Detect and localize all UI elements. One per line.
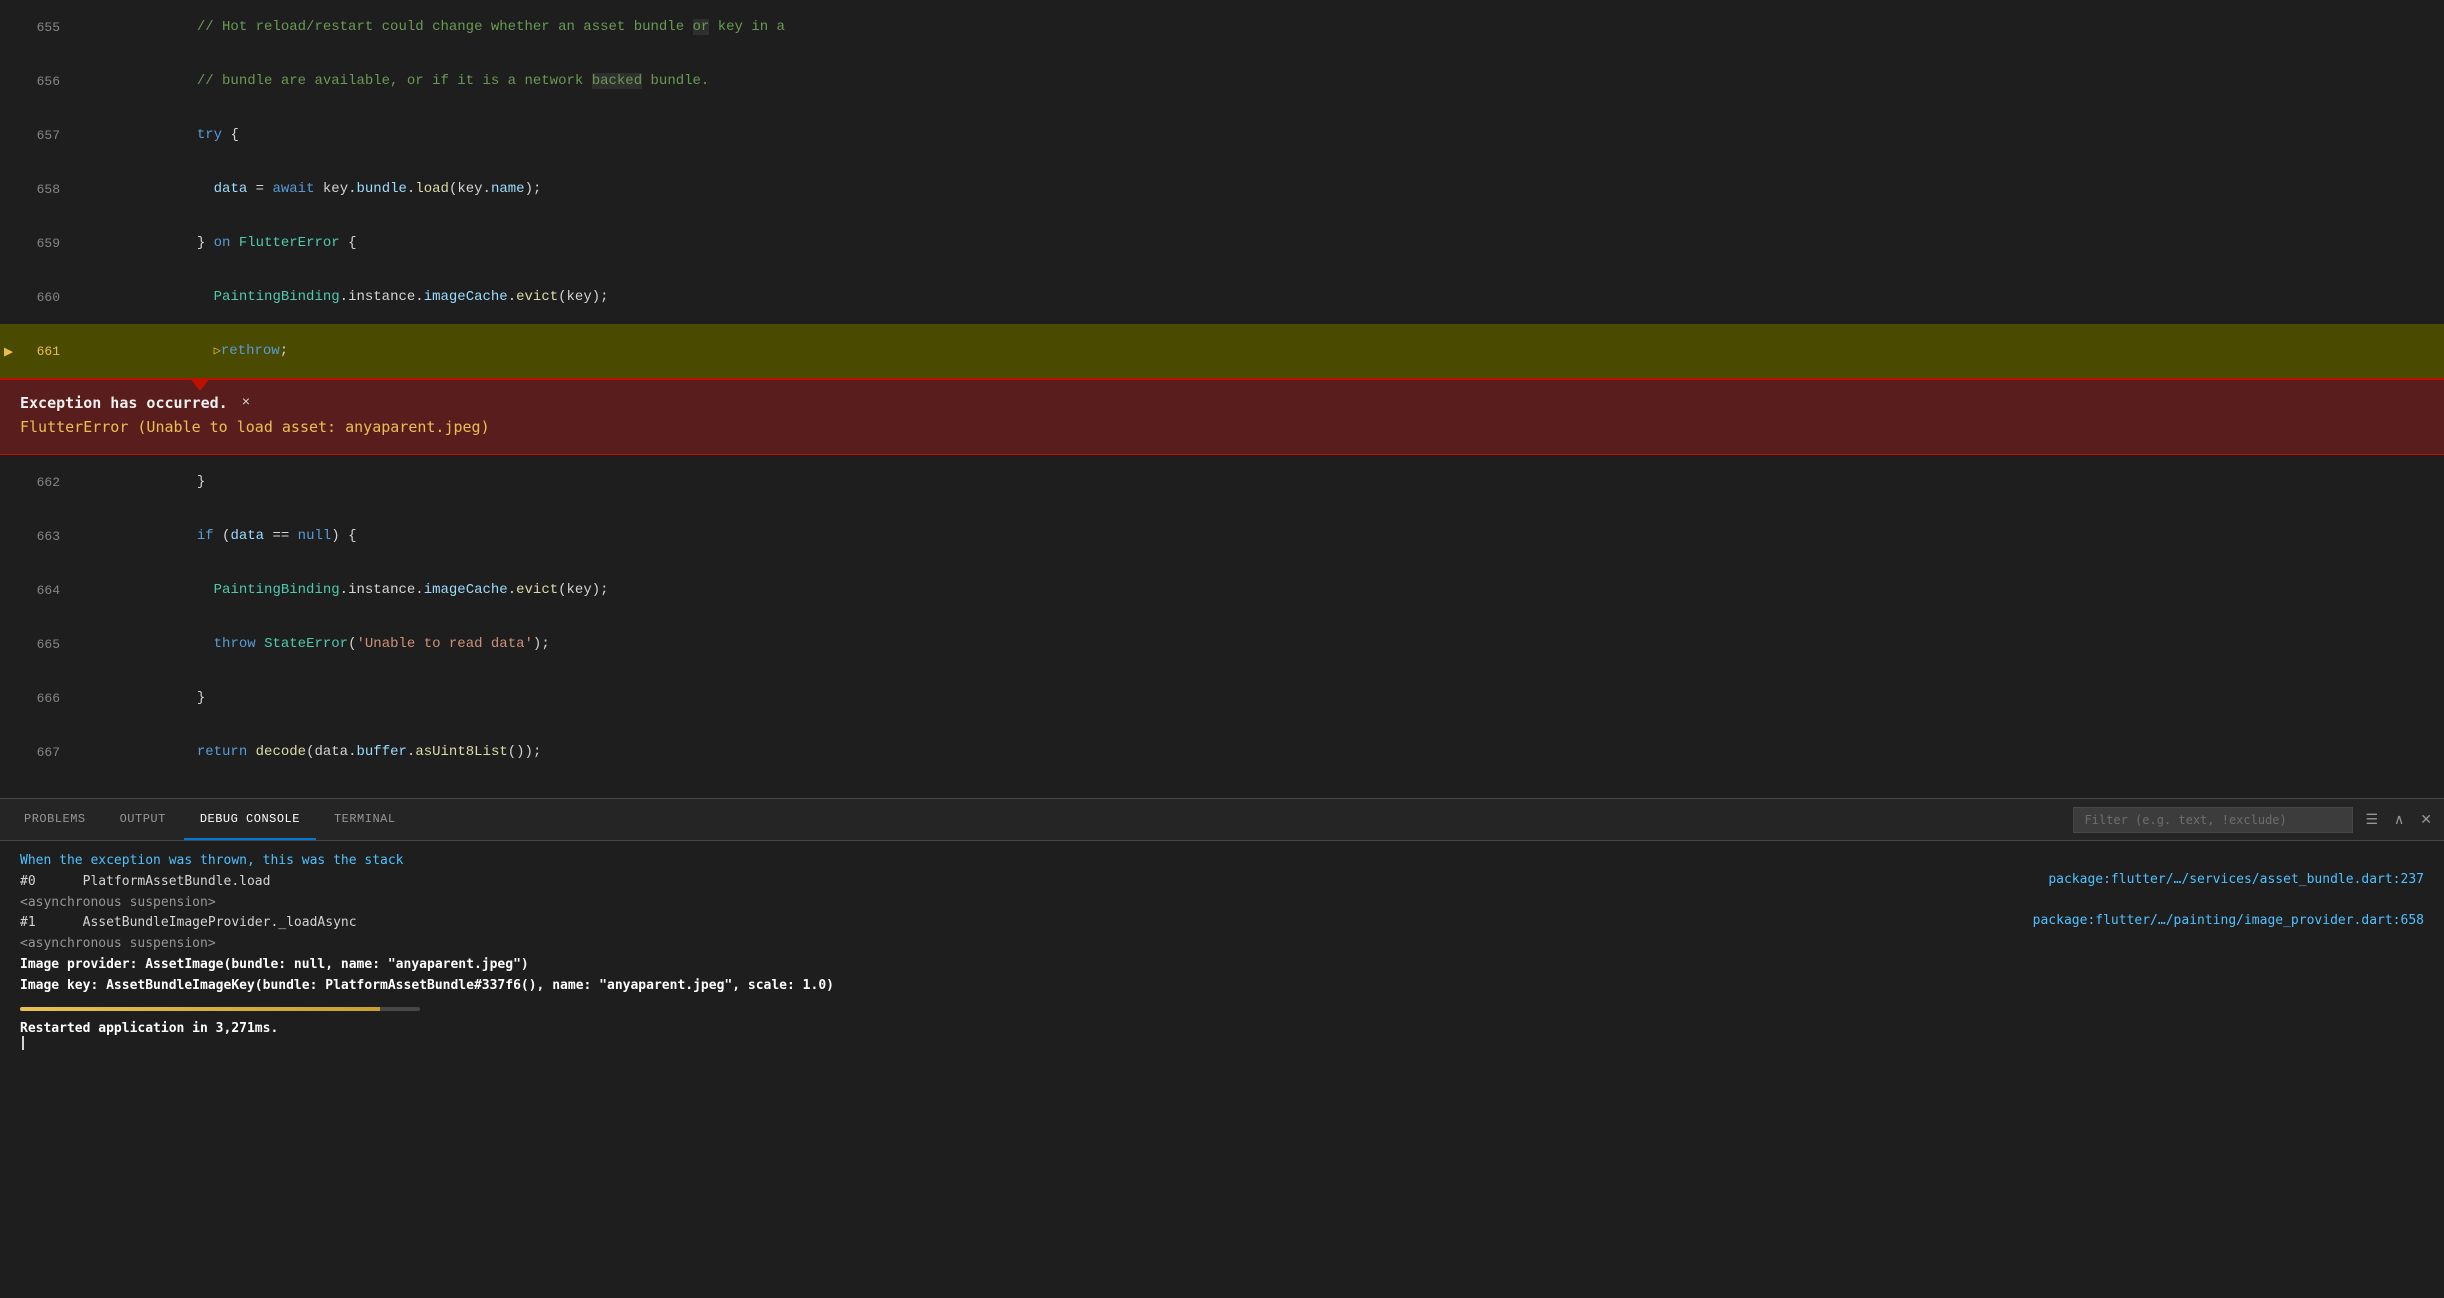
- line-number-655: 655: [0, 20, 80, 35]
- link-image-provider[interactable]: package:flutter/…/painting/image_provide…: [2033, 913, 2424, 928]
- exception-title-row: Exception has occurred. ×: [20, 394, 2424, 412]
- console-row-image-provider: Image provider: AssetImage(bundle: null,…: [20, 955, 2424, 976]
- console-line-image-key: Image key: AssetBundleImageKey(bundle: P…: [20, 976, 834, 997]
- line-number-666: 666: [0, 691, 80, 706]
- progress-bar-area: [20, 1007, 2424, 1011]
- bottom-panel: PROBLEMS OUTPUT DEBUG CONSOLE TERMINAL ☰…: [0, 798, 2444, 1298]
- panel-content: When the exception was thrown, this was …: [0, 841, 2444, 1298]
- code-line-667: 667 return decode(data.buffer.asUint8Lis…: [0, 725, 2444, 779]
- filter-lines-button[interactable]: ☰: [2361, 809, 2382, 830]
- console-line-stack-header: When the exception was thrown, this was …: [20, 851, 404, 872]
- console-line-async0: <asynchronous suspension>: [20, 893, 216, 914]
- console-row-frame0: #0 PlatformAssetBundle.load package:flut…: [20, 872, 2424, 893]
- line-number-664: 664: [0, 583, 80, 598]
- line-number-663: 663: [0, 529, 80, 544]
- console-row-stack-header: When the exception was thrown, this was …: [20, 851, 2424, 872]
- cursor-blink: [22, 1036, 24, 1050]
- line-number-660: 660: [0, 290, 80, 305]
- console-line-restarted: Restarted application in 3,271ms.: [20, 1021, 278, 1036]
- code-lines-top: 655 // Hot reload/restart could change w…: [0, 0, 2444, 378]
- console-row-image-key: Image key: AssetBundleImageKey(bundle: P…: [20, 976, 2424, 997]
- code-line-660: 660 PaintingBinding.instance.imageCache.…: [0, 270, 2444, 324]
- console-row-async0: <asynchronous suspension>: [20, 893, 2424, 914]
- line-number-656: 656: [0, 74, 80, 89]
- tab-debug-console[interactable]: DEBUG CONSOLE: [184, 799, 316, 840]
- tab-output[interactable]: OUTPUT: [104, 799, 182, 840]
- console-cursor-line: [20, 1036, 2424, 1050]
- filter-input[interactable]: [2073, 807, 2353, 833]
- code-lines-bottom: 662 } 663 if (data == null) { 664 Painti…: [0, 455, 2444, 779]
- exception-close-button[interactable]: ×: [242, 395, 250, 411]
- line-number-657: 657: [0, 128, 80, 143]
- panel-tab-right: ☰ ∧ ✕: [2073, 807, 2436, 833]
- tab-problems[interactable]: PROBLEMS: [8, 799, 102, 840]
- line-number-658: 658: [0, 182, 80, 197]
- close-panel-button[interactable]: ✕: [2416, 809, 2436, 830]
- editor-area: 655 // Hot reload/restart could change w…: [0, 0, 2444, 798]
- console-row-frame1: #1 AssetBundleImageProvider._loadAsync p…: [20, 913, 2424, 934]
- panel-tabs: PROBLEMS OUTPUT DEBUG CONSOLE TERMINAL ☰…: [0, 799, 2444, 841]
- maximize-panel-button[interactable]: ∧: [2390, 809, 2408, 830]
- line-number-659: 659: [0, 236, 80, 251]
- exception-message: FlutterError (Unable to load asset: anya…: [20, 418, 2424, 436]
- code-line-656: 656 // bundle are available, or if it is…: [0, 54, 2444, 108]
- console-row-restarted: Restarted application in 3,271ms.: [20, 1017, 2424, 1036]
- line-content-667: return decode(data.buffer.asUint8List())…: [80, 671, 541, 798]
- progress-bar-container: [20, 1007, 420, 1011]
- console-line-async1: <asynchronous suspension>: [20, 934, 216, 955]
- exception-triangle: [190, 378, 210, 391]
- progress-bar-fill: [20, 1007, 380, 1011]
- code-line-662: 662 }: [0, 455, 2444, 509]
- tab-terminal[interactable]: TERMINAL: [318, 799, 412, 840]
- console-line-frame1: #1 AssetBundleImageProvider._loadAsync: [20, 913, 357, 934]
- exception-banner: Exception has occurred. × FlutterError (…: [0, 378, 2444, 455]
- link-asset-bundle[interactable]: package:flutter/…/services/asset_bundle.…: [2048, 872, 2424, 887]
- code-line-665: 665 throw StateError('Unable to read dat…: [0, 617, 2444, 671]
- line-number-662: 662: [0, 475, 80, 490]
- code-line-658: 658 data = await key.bundle.load(key.nam…: [0, 162, 2444, 216]
- line-number-667: 667: [0, 745, 80, 760]
- line-number-661: ▶ 661: [0, 344, 80, 359]
- line-number-665: 665: [0, 637, 80, 652]
- console-row-async1: <asynchronous suspension>: [20, 934, 2424, 955]
- code-line-661: ▶ 661 ▷rethrow;: [0, 324, 2444, 378]
- console-line-image-provider: Image provider: AssetImage(bundle: null,…: [20, 955, 529, 976]
- console-line-frame0: #0 PlatformAssetBundle.load: [20, 872, 270, 893]
